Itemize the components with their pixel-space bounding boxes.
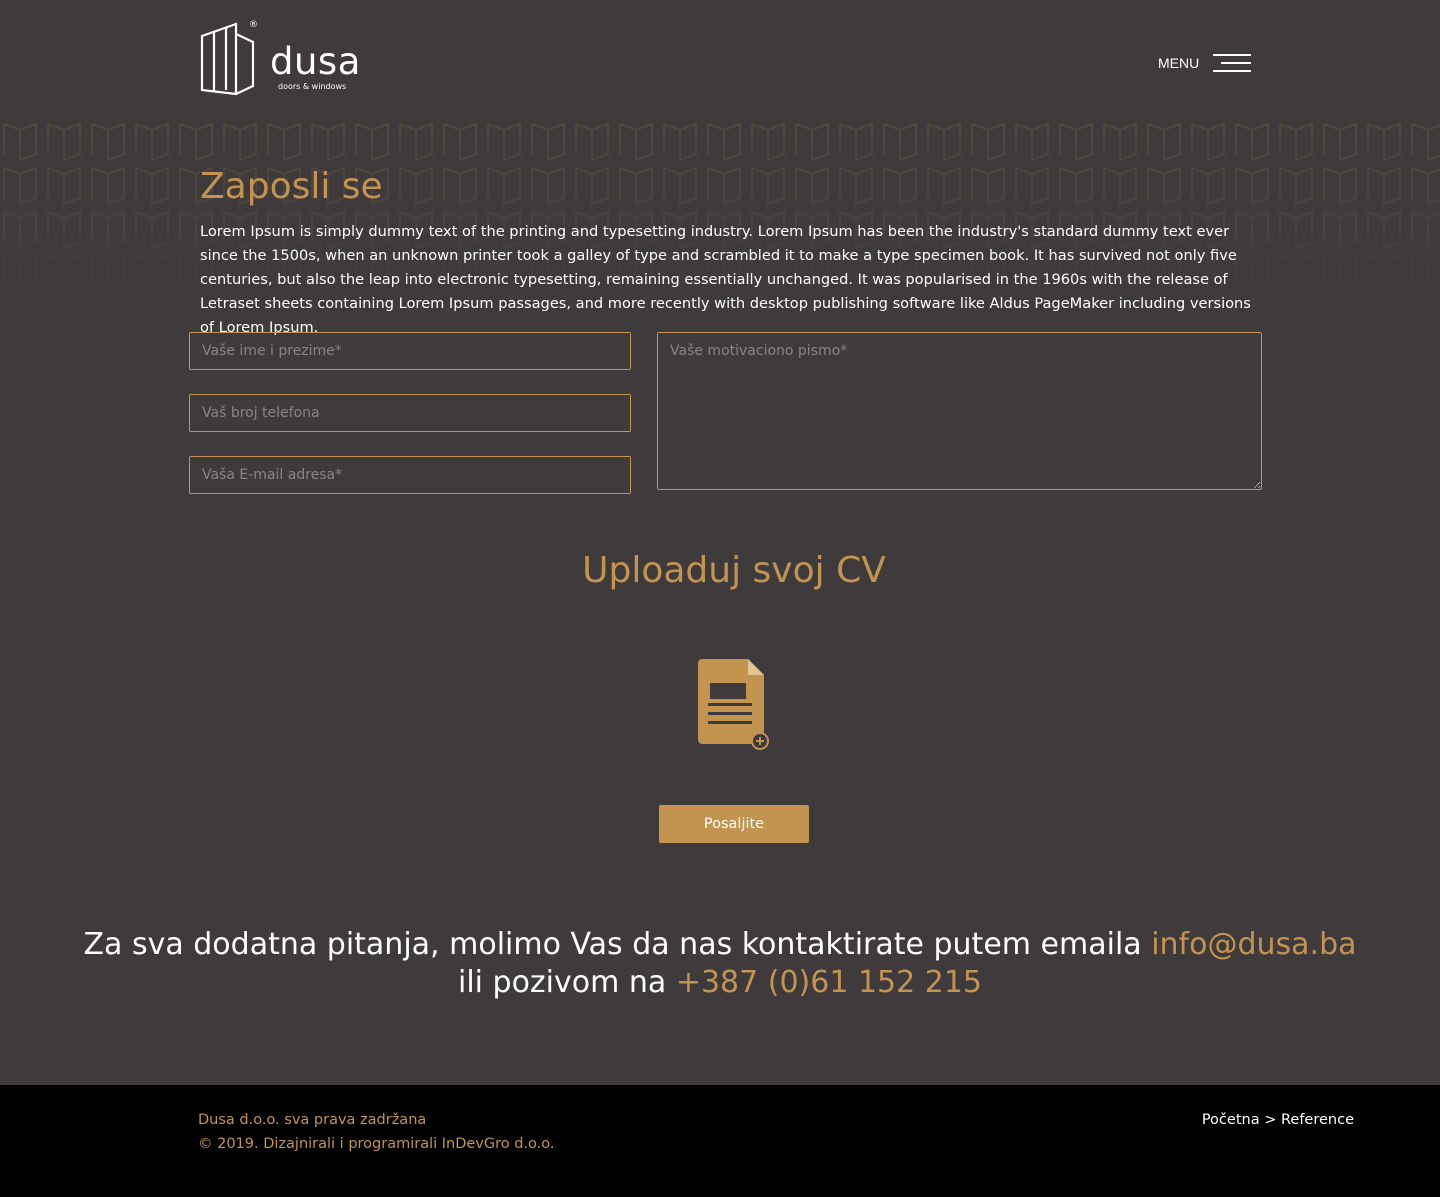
intro-paragraph: Lorem Ipsum is simply dummy text of the … [200, 223, 1251, 336]
logo[interactable]: ® dusa doors & windows [200, 20, 370, 98]
phone-input[interactable] [189, 394, 631, 432]
registered-mark: ® [249, 20, 258, 30]
footer-credits: © 2019. Dizajnirali i programirali InDev… [198, 1136, 555, 1152]
breadcrumb-home-link[interactable]: Početna [1202, 1112, 1260, 1128]
hamburger-icon [1213, 52, 1252, 74]
menu-label: MENU [1158, 55, 1200, 71]
name-input[interactable] [189, 332, 631, 370]
contact-line1: Za sva dodatna pitanja, molimo Vas da na… [83, 927, 1152, 962]
document-add-icon[interactable] [698, 657, 772, 751]
motivation-letter-textarea[interactable] [657, 332, 1262, 490]
logo-wordmark: dusa [270, 40, 361, 83]
contact-line2: ili pozivom na [457, 965, 676, 1000]
upload-title: Uploaduj svoj CV [582, 550, 886, 591]
page-title: Zaposli se [200, 166, 383, 207]
breadcrumb: Početna > Reference [1202, 1112, 1354, 1128]
contact-phone-link[interactable]: +387 (0)61 152 215 [676, 965, 982, 1000]
breadcrumb-separator: > [1264, 1112, 1277, 1128]
logo-door-icon [200, 22, 255, 96]
footer: Dusa d.o.o. sva prava zadržana © 2019. D… [0, 1085, 1440, 1197]
contact-text: Za sva dodatna pitanja, molimo Vas da na… [0, 926, 1440, 1002]
menu-button[interactable]: MENU [1158, 50, 1252, 76]
logo-tagline: doors & windows [278, 82, 347, 91]
contact-email-link[interactable]: info@dusa.ba [1151, 927, 1356, 962]
breadcrumb-current-link[interactable]: Reference [1281, 1112, 1354, 1128]
footer-rights: Dusa d.o.o. sva prava zadržana [198, 1112, 427, 1128]
email-input[interactable] [189, 456, 631, 494]
submit-button[interactable]: Posaljite [659, 805, 809, 843]
